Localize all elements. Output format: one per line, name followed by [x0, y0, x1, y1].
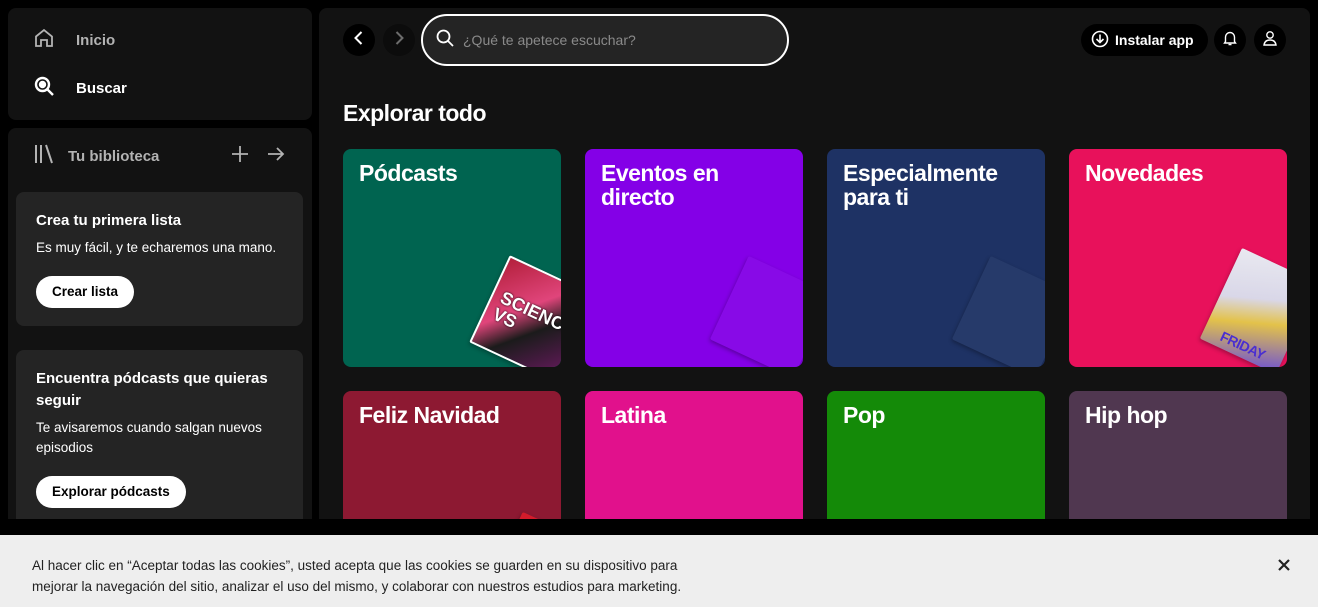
cookie-text: Al hacer clic en “Aceptar todas las cook… — [32, 555, 752, 597]
library-icon — [32, 142, 56, 170]
podcast-cover-art: SCIENCE VS — [469, 255, 561, 367]
search-bar — [421, 14, 789, 66]
tile-latin[interactable]: Latina — [585, 391, 803, 519]
create-playlist-text: Es muy fácil, y te echaremos una mano. — [36, 240, 277, 255]
back-button[interactable] — [343, 24, 375, 56]
bell-icon — [1222, 30, 1238, 51]
create-playlist-title: Crea tu primera lista — [36, 212, 182, 229]
forward-button[interactable] — [383, 24, 415, 56]
tile-label: Hip hop — [1085, 402, 1168, 428]
library-title: Tu biblioteca — [68, 147, 160, 165]
search-input[interactable] — [463, 32, 763, 48]
tile-christmas[interactable]: Feliz Navidad — [343, 391, 561, 519]
arrow-right-icon — [267, 145, 285, 167]
chevron-left-icon — [351, 30, 367, 51]
create-playlist-button[interactable] — [224, 140, 256, 172]
tile-label: Pop — [843, 402, 885, 428]
close-icon — [1277, 558, 1291, 577]
install-app-button[interactable]: Instalar app — [1081, 24, 1208, 56]
library-header: Tu biblioteca — [32, 144, 292, 168]
cookie-close-button[interactable] — [1274, 557, 1294, 577]
tile-new-releases[interactable]: Novedades FRIDAY — [1069, 149, 1287, 367]
tile-made-for-you[interactable]: Especialmente para ti — [827, 149, 1045, 367]
tile-label: Especialmente para ti — [843, 160, 998, 210]
nav-search[interactable]: Buscar — [32, 72, 127, 104]
plus-icon — [231, 145, 249, 167]
tile-hip-hop[interactable]: Hip hop — [1069, 391, 1287, 519]
tile-art — [951, 255, 1045, 367]
expand-library-button[interactable] — [260, 140, 292, 172]
tile-pop[interactable]: Pop — [827, 391, 1045, 519]
tile-label: Pódcasts — [359, 160, 458, 186]
browse-podcasts-text: Te avisaremos cuando salgan nuevos episo… — [36, 420, 262, 455]
new-music-cover-text: FRIDAY — [1217, 328, 1268, 363]
browse-podcasts-title: Encuentra pódcasts que quieras seguir — [36, 370, 268, 409]
nav-search-label: Buscar — [76, 79, 127, 97]
nav-home[interactable]: Inicio — [32, 24, 115, 56]
browse-podcasts-card: Encuentra pódcasts que quieras seguir Te… — [16, 350, 303, 519]
christmas-cover-art — [483, 511, 561, 519]
tile-label: Novedades — [1085, 160, 1204, 186]
tile-label: Feliz Navidad — [359, 402, 500, 428]
library-panel: Tu biblioteca Crea tu primera lista Es m… — [8, 128, 312, 519]
podcast-cover-text: SCIENCE VS — [489, 287, 561, 340]
main-content: Instalar app Explorar todo Pódcasts SCIE… — [319, 8, 1310, 519]
home-icon — [32, 26, 56, 54]
cookie-banner: Al hacer clic en “Aceptar todas las cook… — [0, 535, 1318, 607]
chevron-right-icon — [391, 30, 407, 51]
cookie-text-line-2: mejorar la navegación del sitio, analiza… — [32, 579, 682, 594]
create-playlist-card: Crea tu primera lista Es muy fácil, y te… — [16, 192, 303, 326]
search-icon — [32, 74, 56, 102]
main-nav: Inicio Buscar — [8, 8, 312, 120]
tile-live-events[interactable]: Eventos en directo — [585, 149, 803, 367]
notifications-button[interactable] — [1214, 24, 1246, 56]
library-toggle[interactable]: Tu biblioteca — [32, 142, 220, 170]
install-app-label: Instalar app — [1115, 32, 1194, 48]
tile-podcasts[interactable]: Pódcasts SCIENCE VS — [343, 149, 561, 367]
download-icon — [1091, 30, 1109, 51]
cookie-text-line-1: Al hacer clic en “Aceptar todas las cook… — [32, 558, 678, 573]
tile-art — [709, 255, 803, 367]
profile-button[interactable] — [1254, 24, 1286, 56]
browse-podcasts-cta[interactable]: Explorar pódcasts — [36, 476, 186, 508]
new-music-cover-art: FRIDAY — [1199, 247, 1287, 367]
section-title: Explorar todo — [343, 100, 487, 126]
search-field-icon — [435, 28, 455, 53]
create-playlist-cta[interactable]: Crear lista — [36, 276, 135, 308]
tile-label: Latina — [601, 402, 666, 428]
nav-home-label: Inicio — [76, 31, 116, 49]
user-icon — [1262, 30, 1278, 51]
tile-label: Eventos en directo — [601, 160, 719, 210]
